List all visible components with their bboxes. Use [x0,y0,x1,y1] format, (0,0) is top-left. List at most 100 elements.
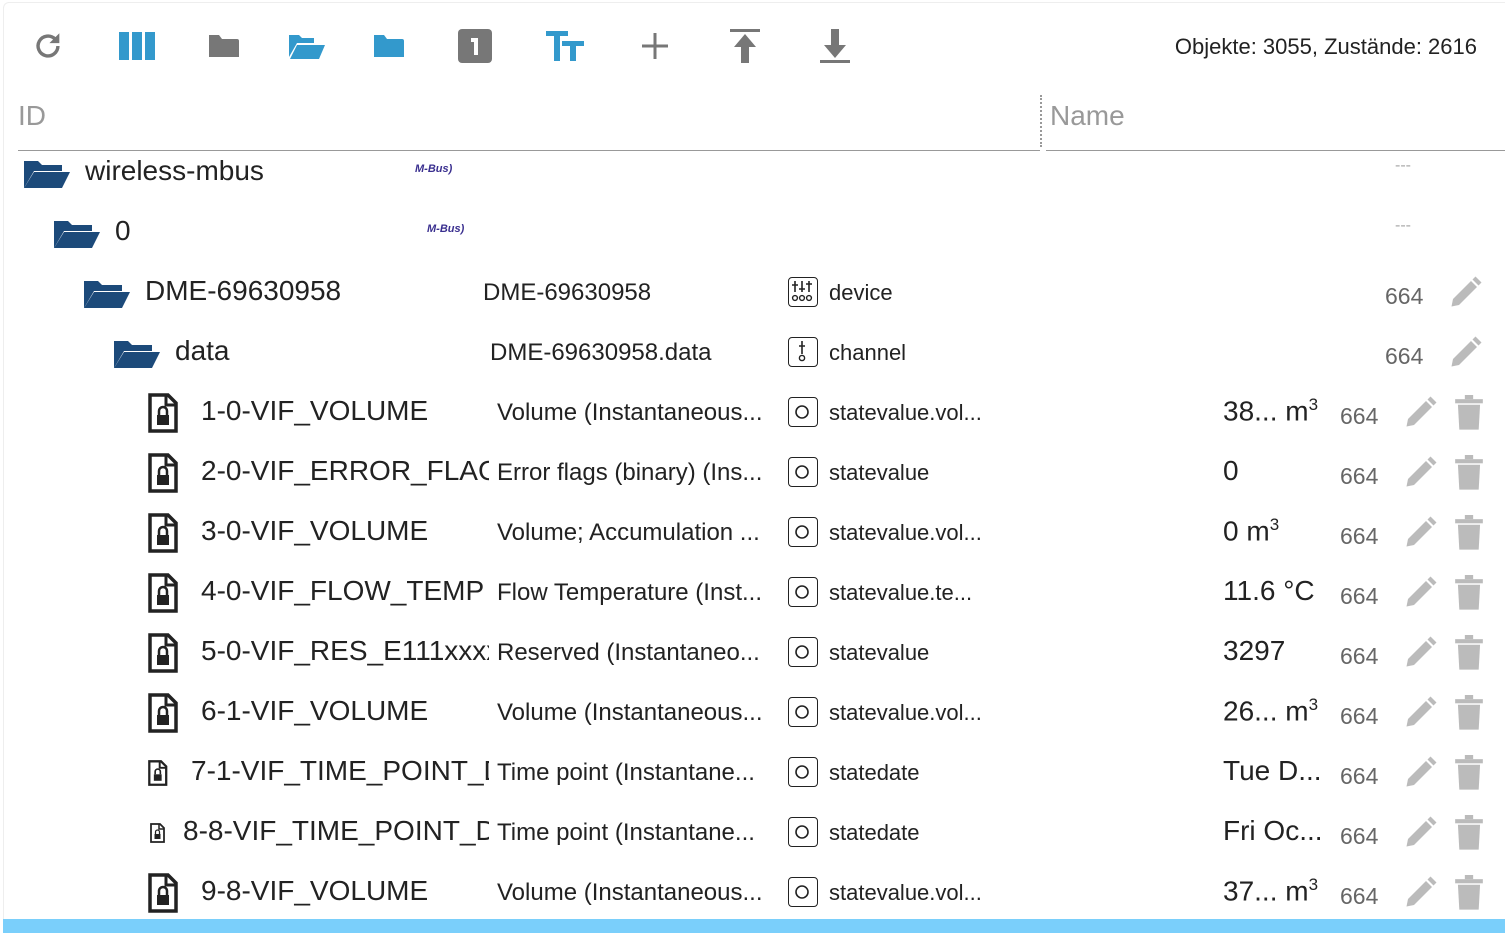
edit-icon[interactable] [1402,755,1438,796]
object-name: DME-69630958.data [490,339,712,366]
acl-value: 664 [1340,643,1379,669]
edit-icon[interactable] [1402,695,1438,736]
download-button[interactable] [815,28,855,68]
tree-row[interactable]: 6-1-VIF_VOLUME Volume (Instantaneous... st… [0,683,1505,743]
object-role: statevalue.vol... [829,400,982,425]
unit-exponent: 3 [1269,515,1280,534]
tree-row[interactable]: 3-0-VIF_VOLUME Volume; Accumulation ... st… [0,503,1505,563]
folder-open-icon[interactable] [52,218,100,253]
unit-exponent: 3 [1308,395,1319,414]
number-one-button[interactable] [455,28,495,68]
state-icon [788,697,818,727]
delete-icon[interactable] [1455,695,1483,736]
delete-icon[interactable] [1455,635,1483,676]
tree-row[interactable]: 9-8-VIF_VOLUME Volume (Instantaneous... st… [0,863,1505,923]
acl-value: 664 [1340,823,1379,849]
edit-icon[interactable] [1402,815,1438,856]
folder-open-button[interactable] [287,28,327,68]
state-file-icon [148,760,168,791]
tree-row[interactable]: data DME-69630958.data channel 664 [0,323,1505,383]
plus-button[interactable] [635,28,675,68]
text-size-button[interactable] [545,28,585,68]
object-name: Volume (Instantaneous... [497,879,763,906]
upload-button[interactable] [725,28,765,68]
tree-row[interactable]: 2-0-VIF_ERROR_FLAGS Error flags (binary) … [0,443,1505,503]
folder-open-icon[interactable] [112,338,160,373]
state-value[interactable]: 3297 [1223,635,1285,667]
delete-icon[interactable] [1455,455,1483,496]
object-name: Volume; Accumulation ... [497,519,760,546]
edit-icon[interactable] [1402,635,1438,676]
state-file-icon [148,873,178,918]
edit-icon[interactable] [1402,575,1438,616]
object-role: channel [829,340,907,365]
object-name: Error flags (binary) (Ins... [497,459,763,486]
state-value[interactable]: Tue D... [1223,755,1322,787]
folder-closed-button[interactable] [203,28,243,68]
object-name: Reserved (Instantaneo... [497,639,760,666]
object-name: Time point (Instantane... [497,759,755,786]
state-icon [788,577,818,607]
value-text: 0 [1223,515,1239,547]
tree-row[interactable]: 7-1-VIF_TIME_POINT_DATE Time point (Insta… [0,743,1505,803]
object-id: 6-1-VIF_VOLUME [201,695,429,726]
edit-icon[interactable] [1447,335,1483,376]
refresh-button[interactable] [28,28,68,68]
edit-icon[interactable] [1447,275,1483,316]
folder-open-icon[interactable] [22,158,70,193]
tree-row[interactable]: DME-69630958 DME-69630958 device 664 [0,263,1505,323]
folder-button[interactable] [368,28,408,68]
object-role: device [829,280,893,305]
edit-icon[interactable] [1402,455,1438,496]
tree-row[interactable]: 5-0-VIF_RES_E111xxxx Reserved (Instantane… [0,623,1505,683]
acl-value: 664 [1340,403,1379,429]
edit-icon[interactable] [1402,395,1438,436]
acl-value: 664 [1340,703,1379,729]
state-value[interactable]: 38... m3 [1223,395,1318,427]
state-value[interactable]: 11.6 °C [1223,575,1315,607]
object-id: 1-0-VIF_VOLUME [201,395,429,426]
object-id: 0 [115,215,131,246]
state-icon [788,517,818,547]
state-file-icon [150,823,165,848]
column-resize-handle[interactable] [1040,95,1042,147]
state-value[interactable]: 26... m3 [1223,695,1318,727]
edit-icon[interactable] [1402,875,1438,916]
unit: m [1285,395,1309,427]
value-text: 37... [1223,875,1278,907]
object-stats: Objekte: 3055, Zustände: 2616 [1174,34,1477,59]
object-name: Volume (Instantaneous... [497,699,763,726]
state-value[interactable]: 37... m3 [1223,875,1318,907]
delete-icon[interactable] [1455,755,1483,796]
state-value[interactable]: 0 m3 [1223,515,1279,547]
delete-icon[interactable] [1455,395,1483,436]
delete-icon[interactable] [1455,515,1483,556]
delete-icon[interactable] [1455,875,1483,916]
edit-icon[interactable] [1402,515,1438,556]
object-id: 8-8-VIF_TIME_POINT_DATE [183,815,489,846]
folder-closed-icon [207,33,239,64]
tree-row[interactable]: wireless-mbus M-Bus) --- [0,143,1505,203]
object-role: statevalue [829,460,930,485]
object-role: statevalue.te... [829,580,973,605]
object-id: 3-0-VIF_VOLUME [201,515,429,546]
folder-open-icon[interactable] [82,278,130,313]
columns-button[interactable] [117,28,157,68]
acl-value: 664 [1385,283,1424,309]
state-value[interactable]: 0 [1223,455,1239,487]
value-text: 3297 [1223,635,1286,666]
upload-icon [730,28,760,68]
object-role: statevalue.vol... [829,520,982,545]
column-header-id[interactable]: ID [18,100,46,132]
status-bar [3,919,1505,933]
delete-icon[interactable] [1455,815,1483,856]
state-value[interactable]: Fri Oc... [1223,815,1323,847]
column-header-name[interactable]: Name [1050,100,1125,132]
tree-row[interactable]: 8-8-VIF_TIME_POINT_DATE Time point (Insta… [0,803,1505,863]
tree-row[interactable]: 0 M-Bus) --- [0,203,1505,263]
acl-value: 664 [1340,763,1379,789]
tree-row[interactable]: 1-0-VIF_VOLUME Volume (Instantaneous... st… [0,383,1505,443]
delete-icon[interactable] [1455,575,1483,616]
value-text: 0 [1223,455,1239,486]
tree-row[interactable]: 4-0-VIF_FLOW_TEMP Flow Temperature (Inst.… [0,563,1505,623]
